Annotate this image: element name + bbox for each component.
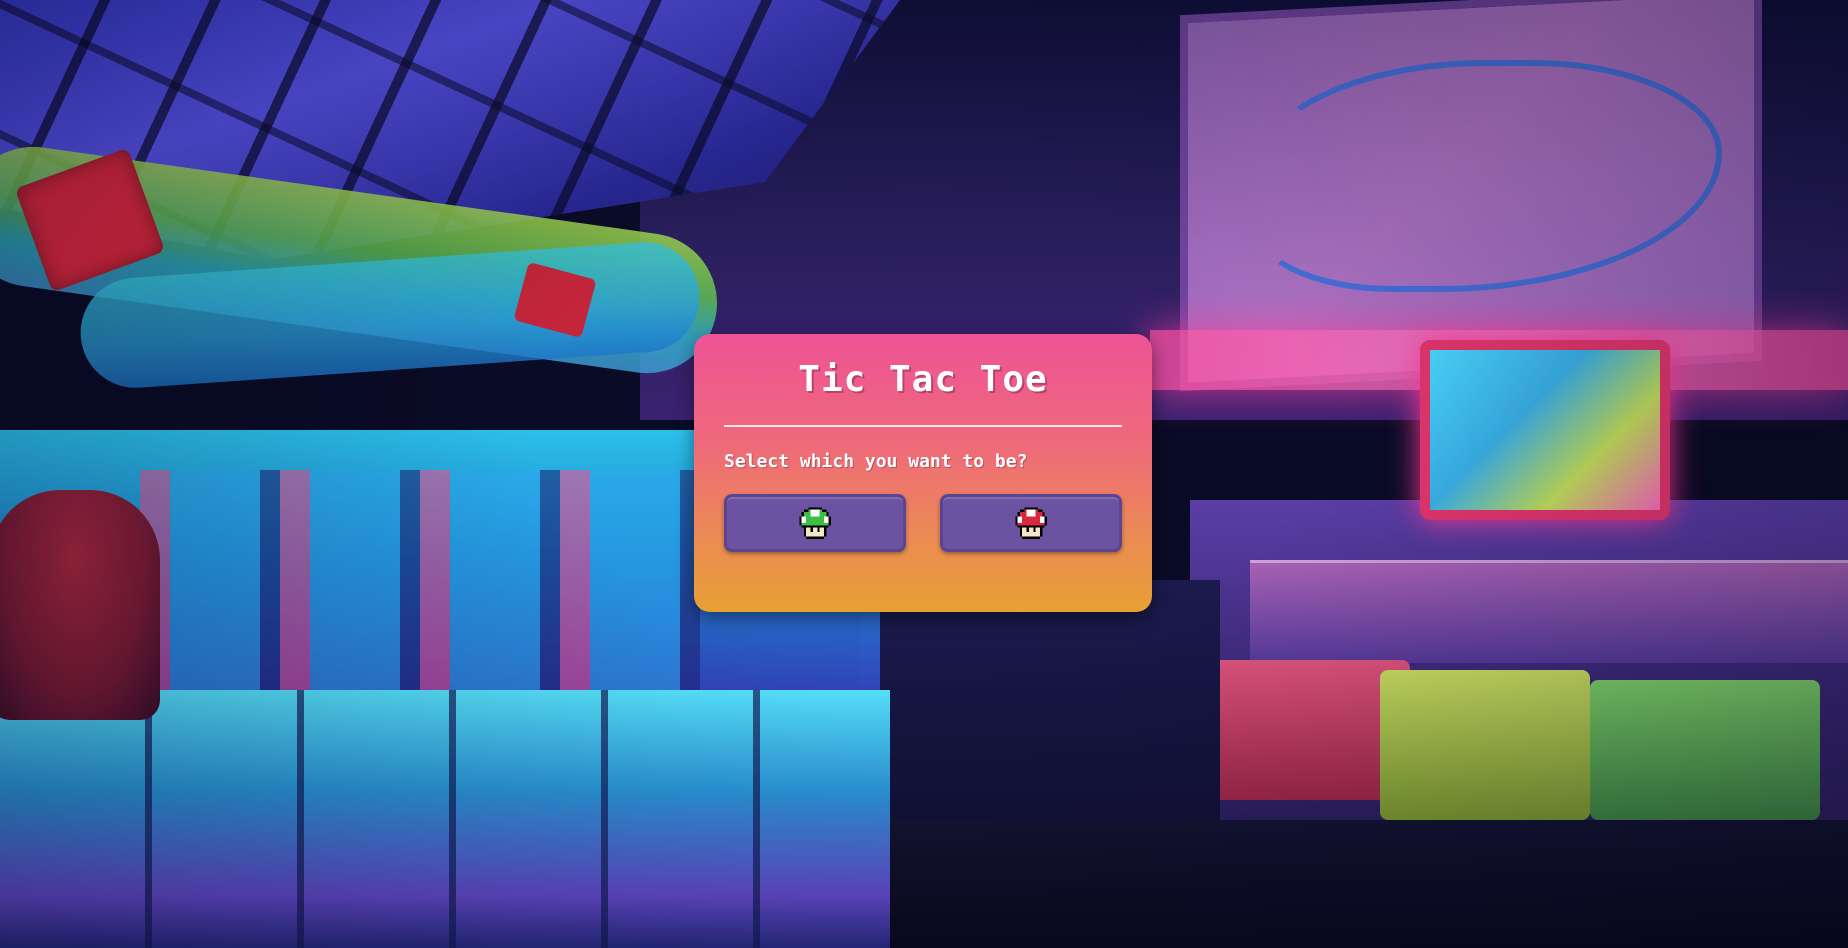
arcade-stage: Tic Tac Toe Select which you want to be? bbox=[0, 0, 1848, 948]
choice-buttons bbox=[724, 494, 1122, 552]
green-mushroom-icon bbox=[797, 505, 833, 541]
choose-red-mushroom-button[interactable] bbox=[940, 494, 1122, 552]
player-select-modal: Tic Tac Toe Select which you want to be? bbox=[694, 334, 1152, 612]
modal-divider bbox=[724, 425, 1122, 427]
modal-title: Tic Tac Toe bbox=[798, 359, 1048, 400]
modal-prompt: Select which you want to be? bbox=[724, 451, 1028, 472]
red-mushroom-icon bbox=[1013, 505, 1049, 541]
choose-green-mushroom-button[interactable] bbox=[724, 494, 906, 552]
